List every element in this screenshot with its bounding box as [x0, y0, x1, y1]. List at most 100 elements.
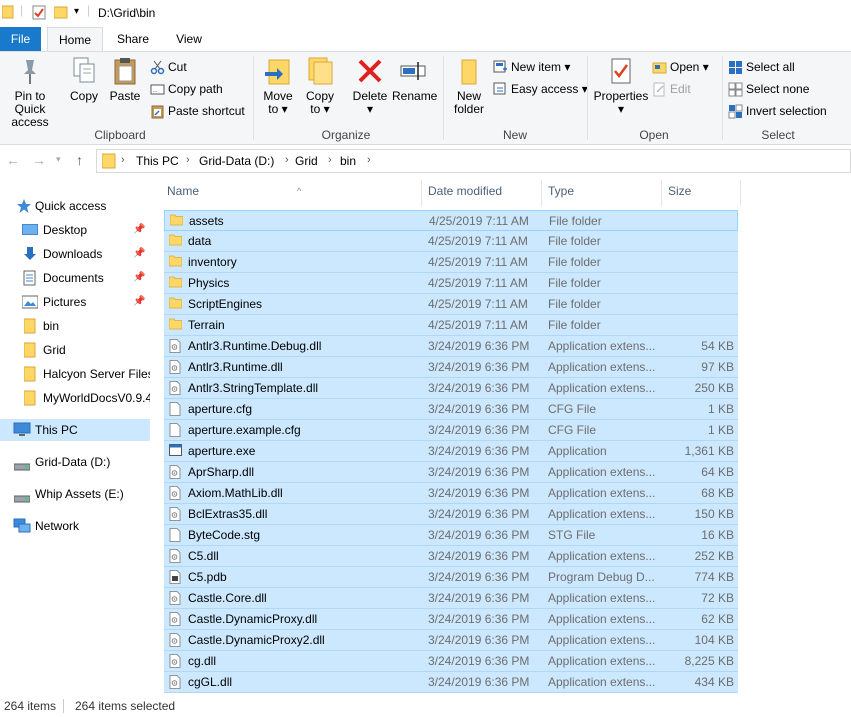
cut-button[interactable]: Cut [150, 58, 187, 78]
breadcrumb-this-pc[interactable]: This PC [136, 154, 179, 168]
move-to-button[interactable]: Move to ▾ [258, 56, 298, 116]
forward-arrow-icon[interactable]: → [32, 152, 46, 168]
file-row[interactable]: Axiom.MathLib.dll 3/24/2019 6:36 PM Applic… [164, 483, 738, 504]
up-arrow-icon[interactable]: ↑ [76, 152, 83, 168]
file-row[interactable]: C5.dll 3/24/2019 6:36 PM Application exten… [164, 546, 738, 567]
file-row[interactable]: aperture.cfg 3/24/2019 6:36 PM CFG File 1 K… [164, 399, 738, 420]
paste-button[interactable]: Paste [106, 56, 144, 103]
new-item-button[interactable]: New item ▾ [493, 58, 570, 78]
file-type: File folder [548, 318, 601, 332]
rename-button[interactable]: Rename [392, 56, 437, 103]
file-row[interactable]: Castle.DynamicProxy2.dll 3/24/2019 6:36 P… [164, 630, 738, 651]
file-row[interactable]: C5.pdb 3/24/2019 6:36 PM Program Debug D..… [164, 567, 738, 588]
tab-share[interactable]: Share [109, 27, 157, 52]
file-row[interactable]: cgGL.dll 3/24/2019 6:36 PM Application ext… [164, 672, 738, 693]
nav-network[interactable]: Network [0, 515, 150, 537]
edit-button[interactable]: Edit [652, 80, 691, 100]
nav-bin[interactable]: bin [0, 315, 150, 337]
invert-selection-icon [728, 104, 743, 119]
column-type-label: Type [548, 184, 575, 198]
breadcrumb-grid-data[interactable]: Grid-Data (D:) [199, 154, 274, 168]
file-type: CFG File [548, 423, 596, 437]
nav-halcyon-server-files[interactable]: Halcyon Server Files [0, 363, 150, 385]
move-to-label-1: Move [263, 89, 293, 103]
properties-check-icon[interactable] [32, 5, 46, 23]
file-name: C5.pdb [188, 570, 227, 584]
easy-access-button[interactable]: Easy access ▾ [493, 80, 588, 100]
dll-file-icon [169, 339, 181, 356]
column-header-name[interactable]: ^ Name [161, 180, 422, 206]
file-row[interactable]: assets 4/25/2019 7:11 AM File folder [164, 210, 738, 231]
new-folder-quick-icon[interactable] [53, 5, 68, 22]
file-row[interactable]: data 4/25/2019 7:11 AM File folder [164, 231, 738, 252]
nav-desktop[interactable]: Desktop 📌 [0, 219, 150, 241]
nav-this-pc[interactable]: This PC [0, 419, 150, 441]
new-item-icon [493, 60, 507, 73]
pin-icon[interactable]: 📌 [133, 291, 145, 313]
file-row[interactable]: Antlr3.Runtime.Debug.dll 3/24/2019 6:36 P… [164, 336, 738, 357]
open-button[interactable]: Open ▾ [652, 58, 709, 78]
file-icon [169, 423, 181, 440]
delete-button[interactable]: Delete ▾ [350, 56, 390, 116]
breadcrumb-bin[interactable]: bin [340, 154, 356, 168]
column-header-type[interactable]: Type [542, 180, 662, 206]
nav-drive-d[interactable]: Grid-Data (D:) [0, 451, 150, 473]
back-arrow-icon[interactable]: ← [6, 152, 20, 168]
file-type: Application extens... [548, 549, 656, 563]
nav-myworlddocs[interactable]: MyWorldDocsV0.9.4 [0, 387, 150, 409]
nav-documents[interactable]: Documents 📌 [0, 267, 150, 289]
pin-icon[interactable]: 📌 [133, 219, 145, 241]
nav-downloads[interactable]: Downloads 📌 [0, 243, 150, 265]
file-row[interactable]: Antlr3.StringTemplate.dll 3/24/2019 6:36 … [164, 378, 738, 399]
file-row[interactable]: Antlr3.Runtime.dll 3/24/2019 6:36 PM Appli… [164, 357, 738, 378]
tab-view[interactable]: View [163, 27, 215, 52]
copy-button[interactable]: Copy [66, 56, 102, 103]
file-row[interactable]: aperture.exe 3/24/2019 6:36 PM Application… [164, 441, 738, 462]
sort-ascending-icon: ^ [297, 186, 302, 196]
file-row[interactable]: cg.dll 3/24/2019 6:36 PM Application exten… [164, 651, 738, 672]
column-header-size[interactable]: Size [662, 180, 741, 206]
breadcrumb-separator: › [186, 154, 190, 166]
pin-icon[interactable]: 📌 [133, 243, 145, 265]
nav-quick-access[interactable]: Quick access [0, 195, 150, 217]
file-row[interactable]: BclExtras35.dll 3/24/2019 6:36 PM Applicat… [164, 504, 738, 525]
nav-drive-e[interactable]: Whip Assets (E:) [0, 483, 150, 505]
file-row[interactable]: ScriptEngines 4/25/2019 7:11 AM File folde… [164, 294, 738, 315]
properties-button[interactable]: Properties ▾ [592, 56, 650, 116]
tab-file[interactable]: File [0, 27, 41, 52]
file-row[interactable]: Terrain 4/25/2019 7:11 AM File folder [164, 315, 738, 336]
copy-path-button[interactable]: ... Copy path [150, 80, 223, 100]
select-all-button[interactable]: Select all [728, 58, 795, 78]
ribbon-separator [253, 56, 254, 140]
pin-to-quick-access-button[interactable]: Pin to Quick access [0, 56, 60, 129]
dll-file-icon [169, 381, 181, 398]
column-header-date[interactable]: Date modified [422, 180, 542, 206]
tab-home[interactable]: Home [47, 27, 103, 52]
file-row[interactable]: aperture.example.cfg 3/24/2019 6:36 PM CFG… [164, 420, 738, 441]
nav-grid[interactable]: Grid [0, 339, 150, 361]
file-row[interactable]: Castle.DynamicProxy.dll 3/24/2019 6:36 PM… [164, 609, 738, 630]
status-bar: 264 items 264 items selected [0, 695, 851, 717]
nav-this-pc-label: This PC [35, 423, 78, 437]
file-row[interactable]: Physics 4/25/2019 7:11 AM File folder [164, 273, 738, 294]
file-date-modified: 4/25/2019 7:11 AM [429, 214, 529, 228]
paste-shortcut-button[interactable]: Paste shortcut [150, 102, 245, 122]
nav-pictures[interactable]: Pictures 📌 [0, 291, 150, 313]
file-name: ScriptEngines [188, 297, 263, 311]
invert-selection-button[interactable]: Invert selection [728, 102, 827, 122]
address-bar[interactable]: › This PC › Grid-Data (D:) › Grid › bin … [96, 149, 851, 173]
recent-locations-chevron-icon[interactable]: ▾ [56, 154, 61, 165]
file-row[interactable]: AprSharp.dll 3/24/2019 6:36 PM Application… [164, 462, 738, 483]
pin-icon[interactable]: 📌 [133, 267, 145, 289]
file-row[interactable]: Castle.Core.dll 3/24/2019 6:36 PM Applicat… [164, 588, 738, 609]
folder-icon[interactable] [1, 5, 14, 22]
customize-toolbar-dropdown[interactable]: ▾ [74, 6, 79, 17]
file-row[interactable]: inventory 4/25/2019 7:11 AM File folder [164, 252, 738, 273]
new-folder-button[interactable]: New folder [448, 56, 490, 116]
copy-to-button[interactable]: Copy to ▾ [300, 56, 340, 116]
file-name: Castle.Core.dll [188, 591, 267, 605]
select-none-button[interactable]: Select none [728, 80, 809, 100]
breadcrumb-grid[interactable]: Grid [295, 154, 318, 168]
file-row[interactable]: ByteCode.stg 3/24/2019 6:36 PM STG File 16 … [164, 525, 738, 546]
edit-label: Edit [670, 82, 691, 96]
